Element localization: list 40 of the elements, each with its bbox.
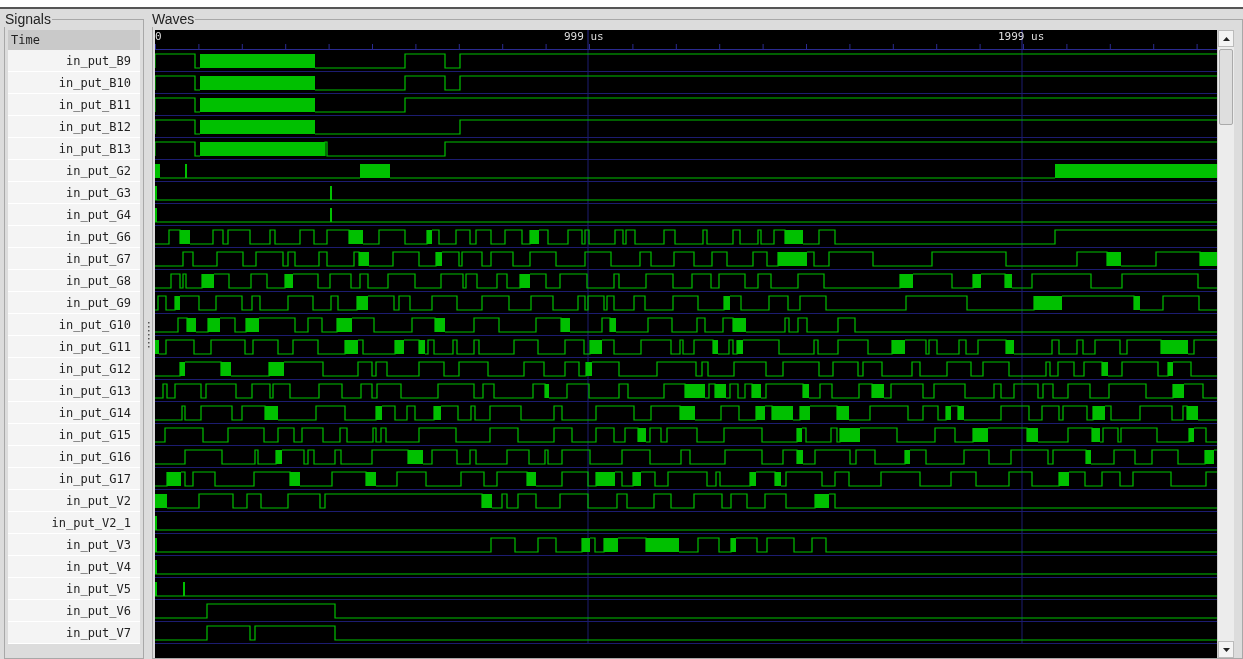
signal-name[interactable]: in_put_G16	[8, 446, 140, 468]
signal-name[interactable]: in_put_G7	[8, 248, 140, 270]
signal-name[interactable]: in_put_V7	[8, 622, 140, 644]
signal-name[interactable]: in_put_G8	[8, 270, 140, 292]
signal-name[interactable]: in_put_G6	[8, 226, 140, 248]
signal-name[interactable]: in_put_G4	[8, 204, 140, 226]
time-label: 999 us	[564, 31, 604, 43]
vertical-scrollbar[interactable]	[1217, 30, 1234, 658]
panel-title: Signals	[4, 11, 52, 27]
signal-name[interactable]: in_put_G3	[8, 182, 140, 204]
signal-name[interactable]: in_put_B11	[8, 94, 140, 116]
scroll-up-button[interactable]	[1218, 30, 1234, 47]
signal-name[interactable]: in_put_B13	[8, 138, 140, 160]
signal-name[interactable]: in_put_V2	[8, 490, 140, 512]
scroll-down-button[interactable]	[1218, 641, 1234, 658]
panel-title: Waves	[151, 11, 196, 27]
signal-name[interactable]: in_put_G10	[8, 314, 140, 336]
signal-name[interactable]: in_put_B10	[8, 72, 140, 94]
scroll-thumb[interactable]	[1219, 49, 1233, 125]
signal-name[interactable]: in_put_B9	[8, 50, 140, 72]
time-label: 0	[155, 31, 162, 43]
signal-name[interactable]: in_put_G15	[8, 424, 140, 446]
signal-name[interactable]: in_put_G17	[8, 468, 140, 490]
signal-name[interactable]: in_put_G11	[8, 336, 140, 358]
signal-name[interactable]: in_put_V2_1	[8, 512, 140, 534]
up-arrow-icon	[1222, 36, 1230, 41]
signal-name[interactable]: in_put_G2	[8, 160, 140, 182]
signal-name[interactable]: in_put_V4	[8, 556, 140, 578]
signal-name[interactable]: in_put_V5	[8, 578, 140, 600]
signal-name[interactable]: in_put_V6	[8, 600, 140, 622]
grip-icon[interactable]	[146, 322, 150, 348]
signal-name[interactable]: in_put_G14	[8, 402, 140, 424]
time-label: 1999 us	[998, 31, 1045, 43]
signal-name[interactable]: in_put_G13	[8, 380, 140, 402]
signal-name[interactable]: in_put_V3	[8, 534, 140, 556]
signal-name[interactable]: in_put_G12	[8, 358, 140, 380]
signal-name[interactable]: in_put_G9	[8, 292, 140, 314]
down-arrow-icon	[1222, 647, 1230, 652]
signal-name[interactable]: in_put_B12	[8, 116, 140, 138]
time-header: Time	[8, 30, 140, 50]
